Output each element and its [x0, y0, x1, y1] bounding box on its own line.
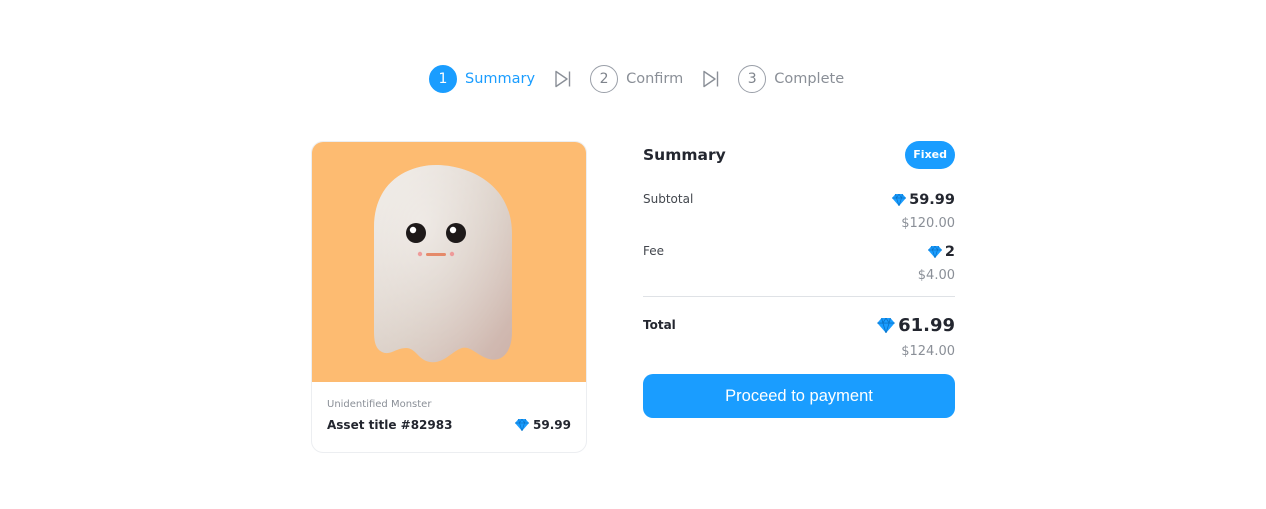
step-number: 3	[738, 65, 767, 93]
subtotal-value: 59.99	[909, 192, 955, 208]
price-type-badge: Fixed	[905, 141, 955, 169]
proceed-to-payment-button[interactable]: Proceed to payment	[643, 374, 955, 418]
asset-collection: Unidentified Monster	[327, 399, 432, 410]
total-usd: $124.00	[901, 344, 955, 359]
total-amount: 61.99	[877, 315, 955, 336]
order-summary: Summary Fixed Subtotal 59.99 $120.00 Fee…	[643, 141, 955, 418]
step-complete[interactable]: 3 Complete	[738, 65, 844, 93]
diamond-icon	[877, 318, 895, 333]
summary-title: Summary	[643, 146, 726, 164]
skip-forward-icon	[553, 69, 573, 89]
total-label: Total	[643, 318, 676, 332]
step-number: 2	[590, 65, 619, 93]
checkout-stepper: 1 Summary 2 Confirm 3 Complete	[429, 65, 844, 93]
asset-price: 59.99	[515, 418, 571, 432]
divider	[643, 296, 955, 297]
step-label: Complete	[774, 71, 845, 87]
subtotal-label: Subtotal	[643, 192, 694, 206]
total-row: Total 61.99 $124.00	[643, 315, 955, 359]
step-number: 1	[429, 65, 457, 93]
asset-card[interactable]: Unidentified Monster Asset title #82983 …	[311, 141, 587, 453]
fee-usd: $4.00	[917, 268, 955, 283]
subtotal-amount: 59.99	[892, 192, 955, 208]
diamond-icon	[892, 194, 907, 206]
step-label: Confirm	[626, 71, 684, 87]
diamond-icon	[927, 246, 942, 258]
asset-title: Asset title #82983	[327, 418, 453, 432]
fee-label: Fee	[643, 244, 665, 258]
subtotal-row: Subtotal 59.99 $120.00	[643, 192, 955, 231]
step-summary[interactable]: 1 Summary	[429, 65, 535, 93]
diamond-icon	[515, 419, 530, 431]
total-value: 61.99	[898, 315, 955, 336]
ghost-image	[374, 165, 512, 363]
fee-value: 2	[944, 244, 955, 260]
skip-forward-icon	[701, 69, 721, 89]
fee-row: Fee 2 $4.00	[643, 244, 955, 283]
asset-image	[312, 142, 586, 382]
step-label: Summary	[465, 71, 536, 87]
fee-amount: 2	[918, 244, 955, 260]
subtotal-usd: $120.00	[901, 216, 955, 231]
step-confirm[interactable]: 2 Confirm	[590, 65, 683, 93]
asset-price-value: 59.99	[533, 418, 571, 432]
